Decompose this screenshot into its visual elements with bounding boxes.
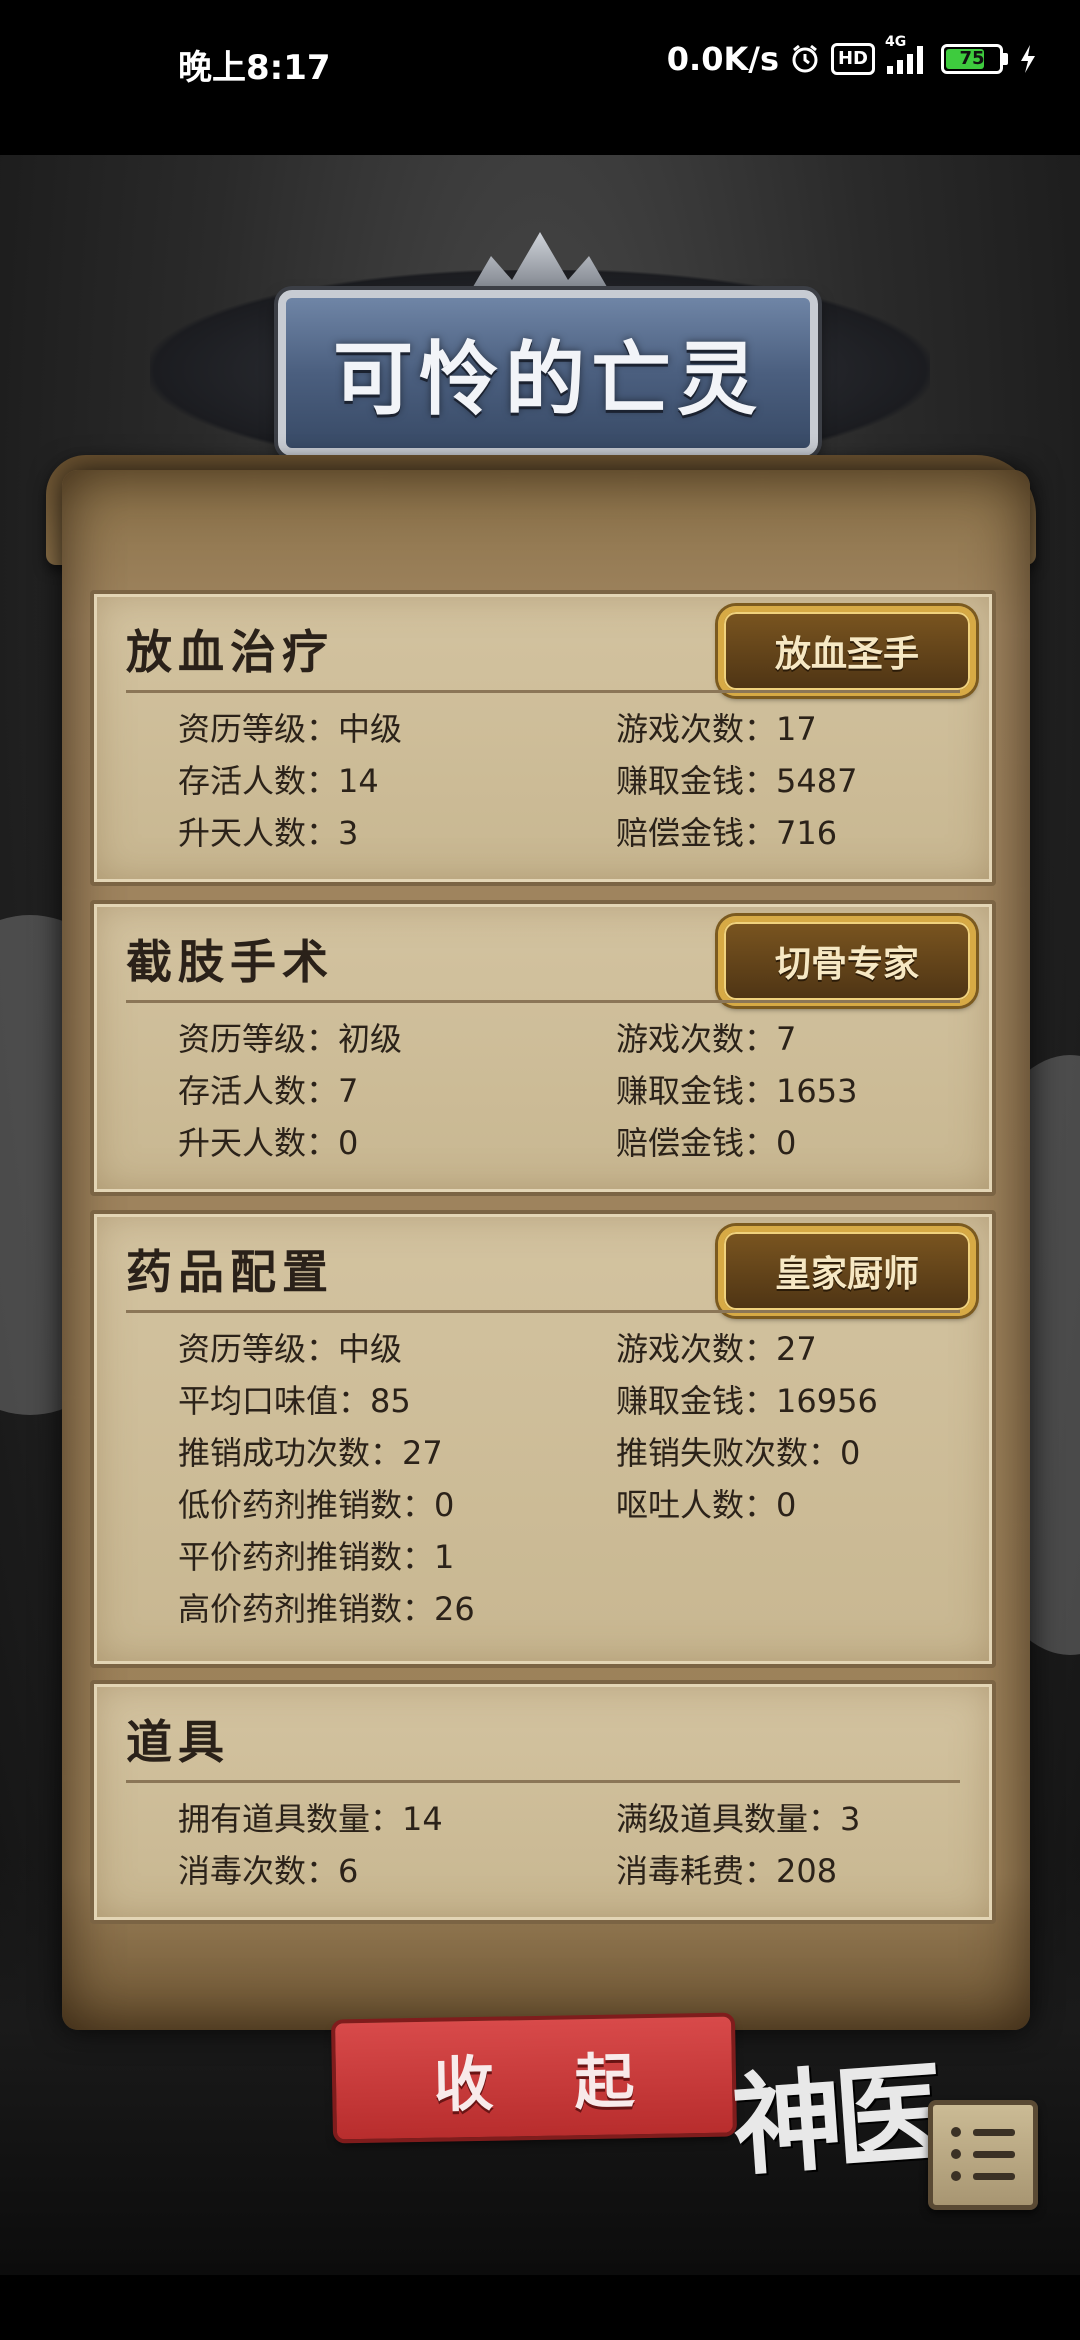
stat-earned: 赚取金钱：16956 xyxy=(616,1382,878,1420)
section-medicine: 药品配置 皇家厨师 资历等级：中级 游戏次数：27 平均口味值：85 赚取金钱：16… xyxy=(90,1210,996,1668)
section-title: 道具 xyxy=(126,1715,230,1769)
stat-rank: 资历等级：初级 xyxy=(178,1020,403,1058)
section-title: 放血治疗 xyxy=(126,625,334,679)
divider xyxy=(126,1000,960,1003)
hd-icon: HD xyxy=(830,43,875,75)
stat-sales-fail: 推销失败次数：0 xyxy=(616,1434,861,1472)
stat-items-maxed: 满级道具数量：3 xyxy=(616,1800,861,1838)
page-title: 可怜的亡灵 xyxy=(333,333,763,426)
collapse-button[interactable]: 收 起 xyxy=(335,2016,733,2140)
stat-avg-taste: 平均口味值：85 xyxy=(178,1382,411,1420)
section-title: 截肢手术 xyxy=(126,935,334,989)
battery-percent: 75 xyxy=(959,48,985,69)
badge-label: 切骨专家 xyxy=(774,944,919,985)
stat-earned: 赚取金钱：1653 xyxy=(616,1072,858,1110)
achievement-badge: 放血圣手 xyxy=(718,606,976,696)
achievement-badge: 切骨专家 xyxy=(718,916,976,1006)
stat-games: 游戏次数：17 xyxy=(616,710,817,748)
stat-games: 游戏次数：7 xyxy=(616,1020,797,1058)
stat-rank: 资历等级：中级 xyxy=(178,1330,403,1368)
divider xyxy=(126,690,960,693)
alarm-icon xyxy=(789,43,821,75)
stat-sales-success: 推销成功次数：27 xyxy=(178,1434,443,1472)
signal-icon: 4G xyxy=(885,34,931,76)
status-time: 晚上8:17 xyxy=(178,48,331,88)
stat-vomit: 呕吐人数：0 xyxy=(616,1486,797,1524)
stat-compensation: 赔偿金钱：0 xyxy=(616,1124,797,1162)
stat-games: 游戏次数：27 xyxy=(616,1330,817,1368)
stat-high-price-sales: 高价药剂推销数：26 xyxy=(178,1590,475,1628)
stat-items-owned: 拥有道具数量：14 xyxy=(178,1800,443,1838)
charging-icon xyxy=(1018,43,1038,75)
title-banner: 可怜的亡灵 xyxy=(278,290,818,456)
stat-earned: 赚取金钱：5487 xyxy=(616,762,858,800)
section-title: 药品配置 xyxy=(126,1245,334,1299)
section-items: 道具 拥有道具数量：14 满级道具数量：3 消毒次数：6 消毒耗费：208 xyxy=(90,1680,996,1924)
stat-low-price-sales: 低价药剂推销数：0 xyxy=(178,1486,455,1524)
stat-survivors: 存活人数：7 xyxy=(178,1072,359,1110)
stat-deaths: 升天人数：3 xyxy=(178,814,359,852)
stat-deaths: 升天人数：0 xyxy=(178,1124,359,1162)
divider xyxy=(126,1780,960,1783)
badge-label: 皇家厨师 xyxy=(774,1254,919,1295)
list-menu-icon[interactable] xyxy=(928,2100,1038,2210)
achievement-badge: 皇家厨师 xyxy=(718,1226,976,1316)
stat-disinfect-count: 消毒次数：6 xyxy=(178,1852,359,1890)
status-icons: 0.0K/s HD 4G 75 xyxy=(666,34,1038,78)
badge-label: 放血圣手 xyxy=(774,634,919,675)
divider xyxy=(126,1310,960,1313)
bottom-bar xyxy=(0,2275,1080,2340)
section-amputation: 截肢手术 切骨专家 资历等级：初级 游戏次数：7 存活人数：7 赚取金钱：1653 … xyxy=(90,900,996,1196)
net-speed: 0.0K/s xyxy=(666,40,779,78)
stat-survivors: 存活人数：14 xyxy=(178,762,379,800)
signal-label: 4G xyxy=(885,34,907,50)
stat-disinfect-cost: 消毒耗费：208 xyxy=(616,1852,838,1890)
game-logo: 神医 xyxy=(728,2048,941,2191)
stat-mid-price-sales: 平价药剂推销数：1 xyxy=(178,1538,455,1576)
status-bar: 晚上8:17 0.0K/s HD 4G 75 xyxy=(0,0,1080,125)
stat-rank: 资历等级：中级 xyxy=(178,710,403,748)
collapse-button-label: 收 起 xyxy=(433,2046,666,2121)
battery-icon: 75 xyxy=(941,44,1008,74)
stat-compensation: 赔偿金钱：716 xyxy=(616,814,838,852)
section-bloodletting: 放血治疗 放血圣手 资历等级：中级 游戏次数：17 存活人数：14 赚取金钱：548… xyxy=(90,590,996,886)
